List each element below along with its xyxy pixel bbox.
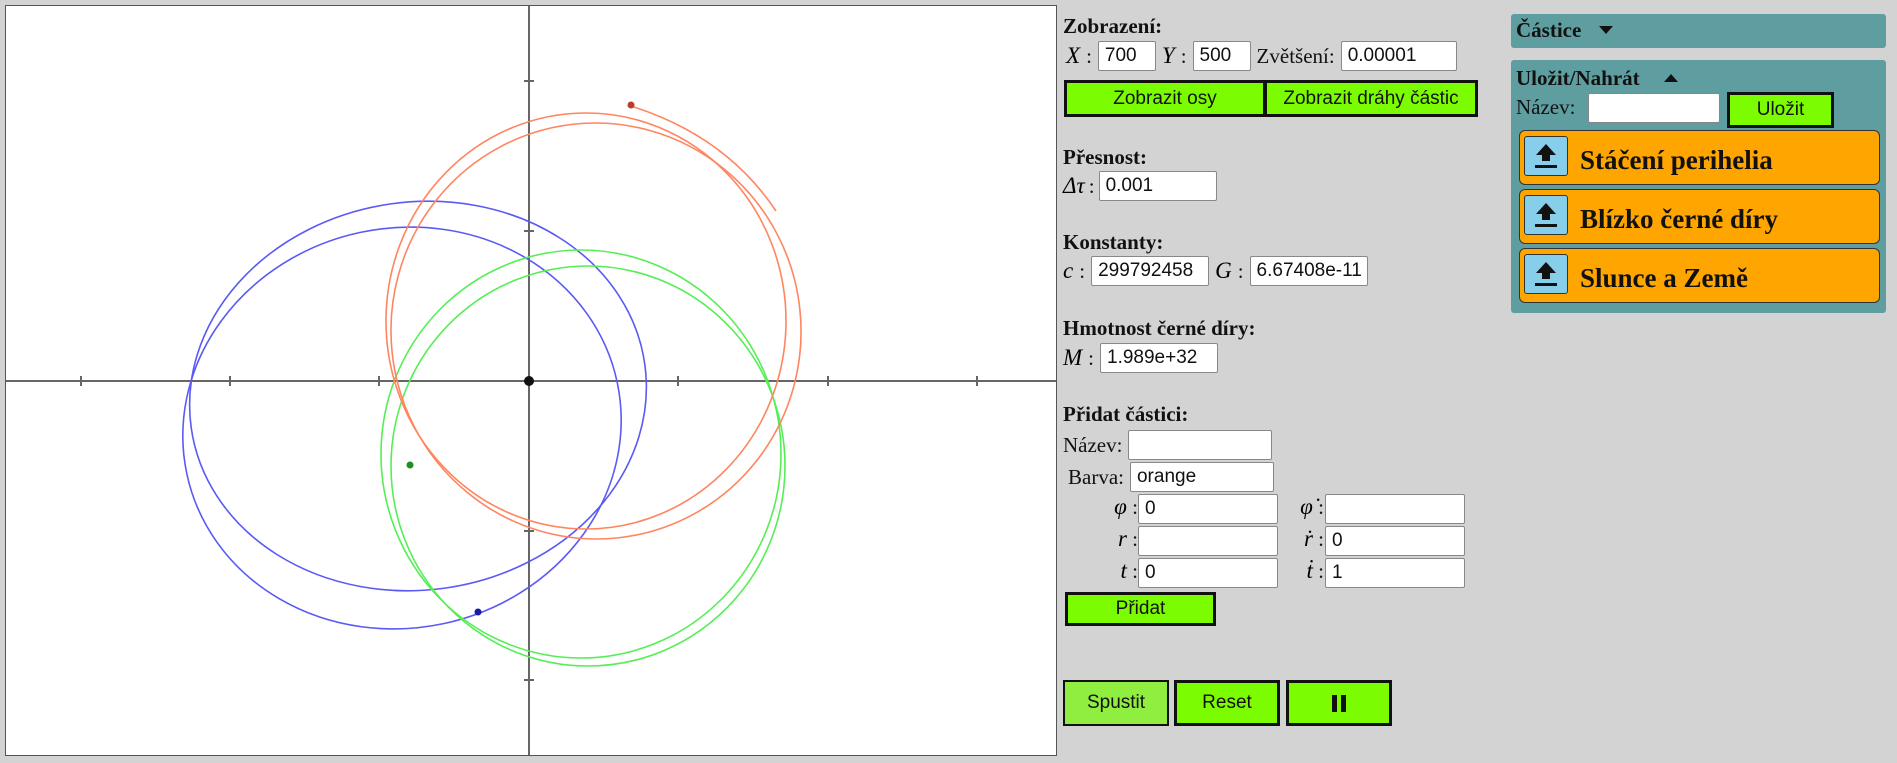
save-name-label: Název: <box>1516 95 1576 119</box>
save-button[interactable]: Uložit <box>1727 92 1834 128</box>
display-row: X: Y: Zvětšení: <box>1066 40 1457 72</box>
rdot-label: ṙ <box>1303 526 1313 551</box>
t-input[interactable] <box>1138 558 1278 588</box>
constants-title: Konstanty: <box>1063 230 1164 254</box>
upload-icon[interactable] <box>1524 195 1568 235</box>
particle-orange <box>627 101 635 109</box>
particles-title: Částice <box>1516 18 1582 42</box>
dtau-input[interactable] <box>1098 171 1217 201</box>
pause-icon <box>1332 694 1346 712</box>
preset-label: Stáčení perihelia <box>1580 145 1773 175</box>
x-label: X <box>1066 43 1081 68</box>
display-section: Zobrazení: <box>1063 14 1162 39</box>
pause-button[interactable] <box>1286 680 1392 726</box>
zoom-input[interactable] <box>1340 41 1457 71</box>
simulation-canvas[interactable] <box>5 5 1057 756</box>
particle-name-row: Název: <box>1063 429 1273 461</box>
g-label: G <box>1215 258 1232 283</box>
phi-input[interactable] <box>1138 494 1278 524</box>
mass-title: Hmotnost černé díry: <box>1063 316 1256 340</box>
mass-row: M: <box>1063 342 1219 374</box>
show-axes-button[interactable]: Zobrazit osy <box>1064 80 1266 117</box>
m-label: M <box>1063 345 1083 370</box>
particles-panel[interactable]: Částice <box>1511 14 1886 48</box>
start-button[interactable]: Spustit <box>1063 680 1169 726</box>
r-label: r <box>1117 526 1127 551</box>
constants-row: c: G: <box>1063 255 1368 287</box>
zoom-label: Zvětšení: <box>1256 43 1335 68</box>
c-input[interactable] <box>1091 256 1210 286</box>
dtau-label: Δτ <box>1063 173 1085 198</box>
c-label: c <box>1063 258 1074 283</box>
particle-color-label: Barva: <box>1068 464 1124 489</box>
orbit-path-green <box>380 249 786 667</box>
orbit-path-orange <box>385 105 802 540</box>
y-label: Y <box>1161 43 1175 68</box>
save-load-panel: Uložit/Nahrát Název: Uložit Stáčení peri… <box>1511 60 1886 313</box>
save-load-title[interactable]: Uložit/Nahrát <box>1516 66 1640 91</box>
display-title: Zobrazení: <box>1063 14 1163 38</box>
upload-icon[interactable] <box>1524 254 1568 294</box>
preset-near-black-hole[interactable]: Blízko černé díry <box>1519 189 1880 244</box>
precision-row: Δτ: <box>1063 170 1217 202</box>
add-particle-title: Přidat částici: <box>1063 402 1189 426</box>
r-input[interactable] <box>1138 526 1278 556</box>
tdot-input[interactable] <box>1325 558 1465 588</box>
add-particle-button[interactable]: Přidat <box>1065 592 1216 626</box>
y-input[interactable] <box>1192 41 1251 71</box>
preset-sun-earth[interactable]: Slunce a Země <box>1519 248 1880 303</box>
particle-name-input[interactable] <box>1128 430 1273 460</box>
preset-label: Slunce a Země <box>1580 263 1748 293</box>
preset-label: Blízko černé díry <box>1580 204 1778 234</box>
particle-green <box>406 461 414 469</box>
caret-down-icon <box>1599 26 1613 34</box>
particle-color-input[interactable] <box>1129 462 1274 492</box>
phi-label: φ <box>1114 494 1127 519</box>
precision-title: Přesnost: <box>1063 145 1147 169</box>
show-paths-button[interactable]: Zobrazit dráhy částic <box>1264 80 1478 117</box>
particle-blue <box>474 608 482 616</box>
save-name-input[interactable] <box>1588 93 1720 123</box>
preset-perihelion[interactable]: Stáčení perihelia <box>1519 130 1880 185</box>
particle-name-label: Název: <box>1063 432 1123 457</box>
phidot-label: φ̇ <box>1300 494 1313 519</box>
phidot-input[interactable] <box>1325 494 1465 524</box>
caret-up-icon <box>1664 74 1678 82</box>
rdot-input[interactable] <box>1325 526 1465 556</box>
upload-icon[interactable] <box>1524 136 1568 176</box>
particle-color-row: Barva: <box>1068 461 1274 493</box>
g-input[interactable] <box>1249 256 1368 286</box>
x-input[interactable] <box>1097 41 1156 71</box>
black-hole <box>524 376 534 386</box>
m-input[interactable] <box>1100 343 1219 373</box>
reset-button[interactable]: Reset <box>1174 680 1280 726</box>
